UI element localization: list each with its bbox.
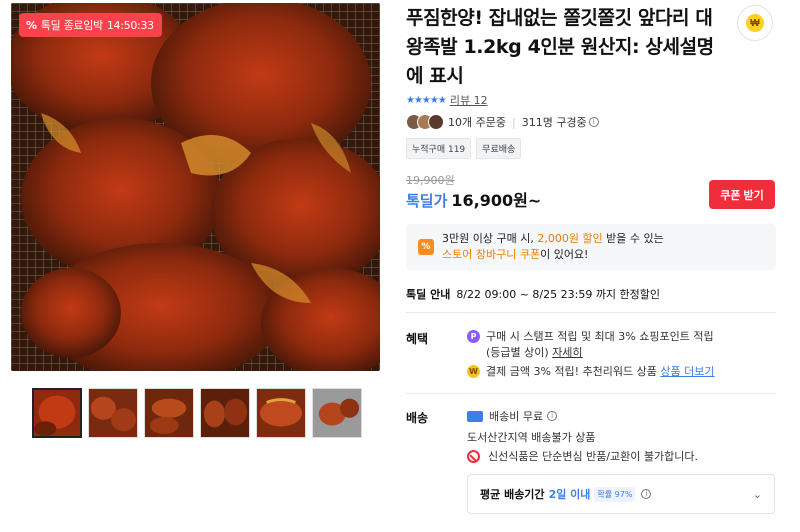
product-tags: 누적구매 119 무료배송 bbox=[406, 138, 522, 159]
shipping-label: 배송 bbox=[406, 411, 429, 425]
thumbnail[interactable] bbox=[88, 388, 138, 438]
coin-icon: ₩ bbox=[746, 14, 764, 32]
rating-row: ★★★★★ 리뷰 12 bbox=[406, 92, 488, 108]
tag-cumulative-purchase: 누적구매 119 bbox=[406, 138, 472, 159]
benefit-points: P 구매 시 스탬프 적립 및 최대 3% 쇼핑포인트 적립 (등급별 상이) … bbox=[467, 329, 714, 361]
free-shipping-text: 배송비 무료 bbox=[489, 410, 544, 423]
coupon-text-1: 3만원 이상 구매 시, bbox=[442, 232, 538, 245]
coupon-text-2: 받을 수 있는 bbox=[602, 232, 664, 245]
deal-countdown: 14:50:33 bbox=[106, 18, 154, 32]
benefit-points-note: (등급별 상이) bbox=[486, 346, 553, 359]
benefit-reward-text: 결제 금액 3% 적립! 추천리워드 상품 bbox=[486, 365, 661, 378]
benefit-reward: W 결제 금액 3% 적립! 추천리워드 상품 상품 더보기 bbox=[467, 364, 715, 380]
reward-share-button[interactable]: ₩ bbox=[737, 5, 773, 41]
details-link[interactable]: 자세히 bbox=[552, 346, 582, 359]
tag-free-shipping: 무료배송 bbox=[476, 138, 522, 159]
deal-info-label: 톡딜 안내 bbox=[406, 288, 451, 301]
product-main-image[interactable] bbox=[11, 3, 380, 371]
review-link[interactable]: 리뷰 12 bbox=[450, 92, 488, 108]
deal-period: 톡딜 안내 8/22 09:00 ~ 8/25 23:59 까지 한정할인 bbox=[406, 286, 660, 302]
buyer-activity: 10개 주문중 | 311명 구경중 i bbox=[406, 114, 599, 130]
reward-coin-icon: W bbox=[467, 365, 480, 378]
divider bbox=[406, 312, 776, 313]
info-icon[interactable]: i bbox=[547, 411, 558, 421]
original-price: 19,900원 bbox=[406, 174, 455, 187]
thumbnail-strip bbox=[32, 388, 362, 438]
benefits-label: 혜택 bbox=[406, 332, 429, 346]
average-delivery-dropdown[interactable]: 평균 배송기간 2일 이내 확률 97% i ⌄ bbox=[467, 474, 775, 514]
coupon-text-3: 이 있어요! bbox=[540, 248, 589, 261]
buyer-avatars bbox=[406, 114, 444, 130]
avg-delivery-value: 2일 이내 bbox=[548, 488, 591, 501]
info-icon[interactable]: i bbox=[641, 489, 652, 499]
coupon-icon: % bbox=[418, 239, 434, 255]
order-count: 10개 주문중 bbox=[448, 116, 506, 129]
thumbnail[interactable] bbox=[256, 388, 306, 438]
divider-bar: | bbox=[511, 115, 516, 129]
deal-price: 16,900원~ bbox=[451, 191, 542, 210]
deal-price-label: 톡딜가 bbox=[406, 192, 448, 210]
probability-badge: 확률 97% bbox=[594, 486, 636, 502]
thumbnail[interactable] bbox=[312, 388, 362, 438]
get-coupon-button[interactable]: 쿠폰 받기 bbox=[709, 180, 775, 209]
viewer-count: 311명 구경중 bbox=[521, 116, 587, 129]
deal-info-text: 8/22 09:00 ~ 8/25 23:59 까지 한정할인 bbox=[456, 288, 661, 301]
no-return-text: 신선식품은 단순변심 반품/교환이 불가합니다. bbox=[488, 450, 698, 463]
prohibited-icon bbox=[467, 449, 480, 463]
info-icon[interactable]: i bbox=[588, 117, 599, 127]
deal-badge-label: 톡딜 종료임박 bbox=[40, 19, 103, 32]
shipping-restriction: 도서산간지역 배송불가 상품 bbox=[467, 431, 596, 444]
more-products-link[interactable]: 상품 더보기 bbox=[660, 365, 714, 378]
deal-ending-badge: % 톡딜 종료임박 14:50:33 bbox=[19, 13, 162, 37]
product-title: 푸짐한양! 잡내없는 쫄깃쫄깃 앞다리 대왕족발 1.2kg 4인분 원산지: … bbox=[406, 7, 714, 87]
thumbnail[interactable] bbox=[144, 388, 194, 438]
coupon-store-cart: 스토어 장바구니 쿠폰 bbox=[442, 248, 541, 261]
benefit-points-text: 구매 시 스탬프 적립 및 최대 3% 쇼핑포인트 적립 bbox=[486, 330, 714, 343]
point-icon: P bbox=[467, 330, 480, 343]
free-shipping-line: 배송비 무료 i bbox=[467, 408, 558, 424]
price-row: 톡딜가 16,900원~ bbox=[406, 187, 541, 211]
rating-stars: ★★★★★ bbox=[406, 94, 447, 106]
thumbnail[interactable] bbox=[200, 388, 250, 438]
divider bbox=[406, 393, 776, 394]
truck-icon bbox=[467, 410, 483, 422]
avg-delivery-label: 평균 배송기간 bbox=[480, 488, 545, 501]
coupon-discount: 2,000원 할인 bbox=[537, 232, 603, 245]
thumbnail[interactable] bbox=[32, 388, 82, 438]
chevron-down-icon: ⌄ bbox=[752, 488, 762, 501]
no-return-line: 신선식품은 단순변심 반품/교환이 불가합니다. bbox=[467, 448, 698, 464]
percent-icon: % bbox=[26, 18, 37, 32]
cart-coupon-notice[interactable]: % 3만원 이상 구매 시, 2,000원 할인 받을 수 있는 스토어 장바구… bbox=[406, 224, 776, 270]
